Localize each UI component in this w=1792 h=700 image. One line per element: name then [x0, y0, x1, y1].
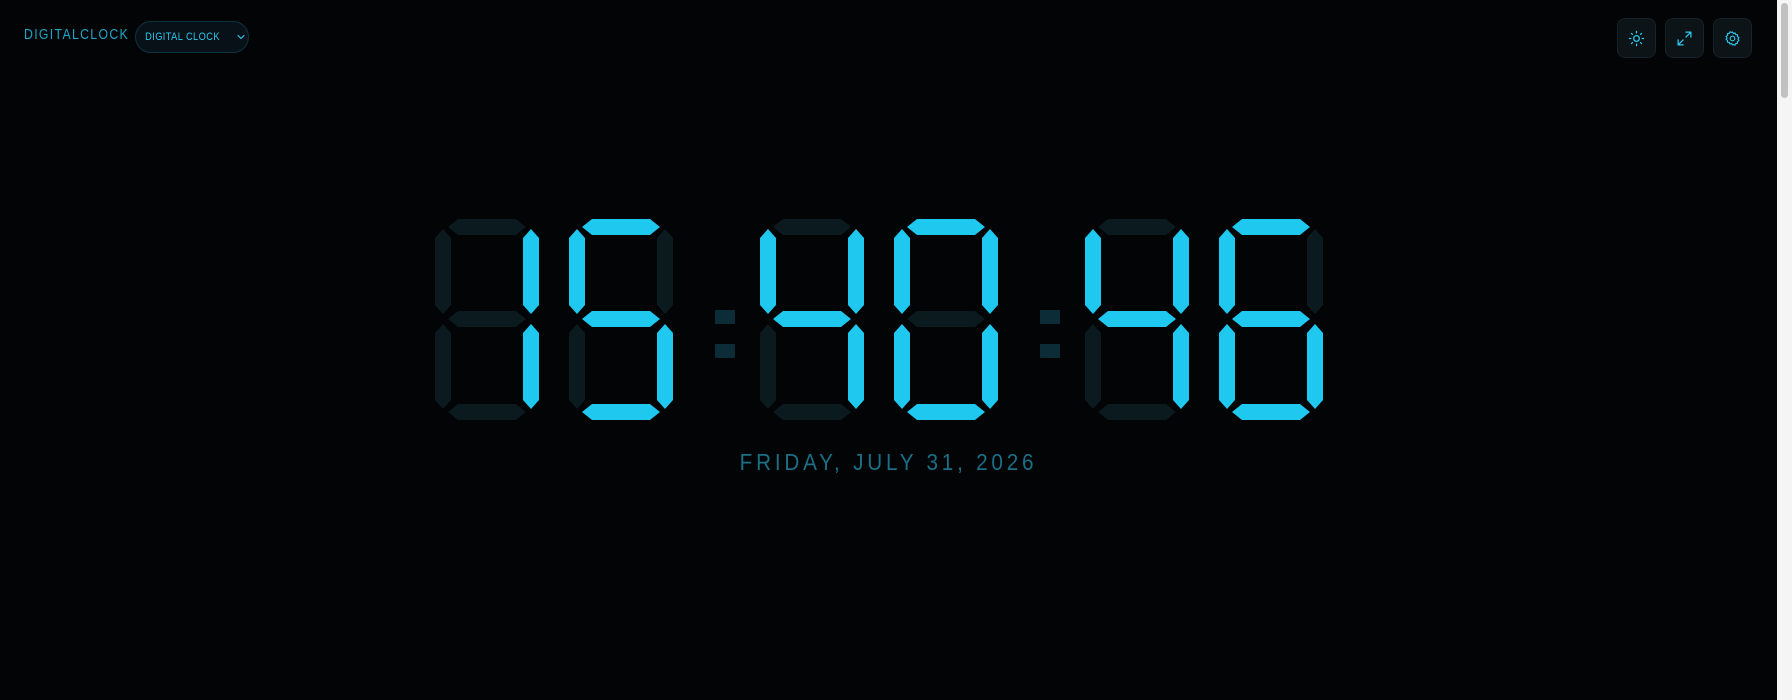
segment-top [1232, 219, 1310, 235]
segment-top-left [760, 229, 776, 314]
segment-bottom-left [1219, 324, 1235, 409]
segment-bottom-right [982, 324, 998, 409]
segment-top [907, 219, 985, 235]
segment-bottom-right [1173, 324, 1189, 409]
segment-top-right [1173, 229, 1189, 314]
hour-tens-digit [435, 219, 539, 420]
segment-bottom [582, 404, 660, 420]
segment-bottom [907, 404, 985, 420]
segment-bottom-left [435, 324, 451, 409]
hour-ones-digit [569, 219, 673, 420]
segment-top-right [1307, 229, 1323, 314]
colon-dot-bottom [715, 344, 735, 358]
segment-middle [907, 311, 985, 327]
colon-dot-top [1040, 310, 1060, 324]
segment-bottom-right [848, 324, 864, 409]
segment-bottom [1232, 404, 1310, 420]
hour-minute-colon [715, 310, 735, 368]
segment-middle [582, 311, 660, 327]
scrollbar-thumb[interactable] [1781, 3, 1788, 98]
second-ones-digit [1219, 219, 1323, 420]
colon-dot-bottom [1040, 344, 1060, 358]
segment-top-right [523, 229, 539, 314]
digital-clock-page: DIGITALCLOCK DIGITAL CLOCK FRIDAY, JULY … [0, 0, 1792, 700]
second-tens-digit [1085, 219, 1189, 420]
segment-bottom-right [523, 324, 539, 409]
segment-top-right [848, 229, 864, 314]
segment-bottom [1098, 404, 1176, 420]
segment-top [1098, 219, 1176, 235]
page-scrollbar[interactable] [1777, 0, 1792, 700]
segment-bottom [448, 404, 526, 420]
segment-bottom-right [1307, 324, 1323, 409]
segment-bottom-right [657, 324, 673, 409]
segment-top-right [657, 229, 673, 314]
segment-top-left [1085, 229, 1101, 314]
segment-top-left [1219, 229, 1235, 314]
segment-middle [1098, 311, 1176, 327]
segment-top-right [982, 229, 998, 314]
segment-top [773, 219, 851, 235]
segment-middle [448, 311, 526, 327]
segment-bottom-left [760, 324, 776, 409]
current-date: FRIDAY, JULY 31, 2026 [739, 449, 1038, 475]
minute-second-colon [1040, 310, 1060, 368]
minute-ones-digit [894, 219, 998, 420]
segment-top-left [435, 229, 451, 314]
segment-top-left [894, 229, 910, 314]
minute-tens-digit [760, 219, 864, 420]
segment-middle [773, 311, 851, 327]
clock-display: FRIDAY, JULY 31, 2026 [0, 0, 1777, 700]
segment-bottom [773, 404, 851, 420]
segment-middle [1232, 311, 1310, 327]
colon-dot-top [715, 310, 735, 324]
segment-bottom-left [569, 324, 585, 409]
segment-bottom-left [1085, 324, 1101, 409]
segment-top [448, 219, 526, 235]
segment-bottom-left [894, 324, 910, 409]
segment-top [582, 219, 660, 235]
segment-top-left [569, 229, 585, 314]
